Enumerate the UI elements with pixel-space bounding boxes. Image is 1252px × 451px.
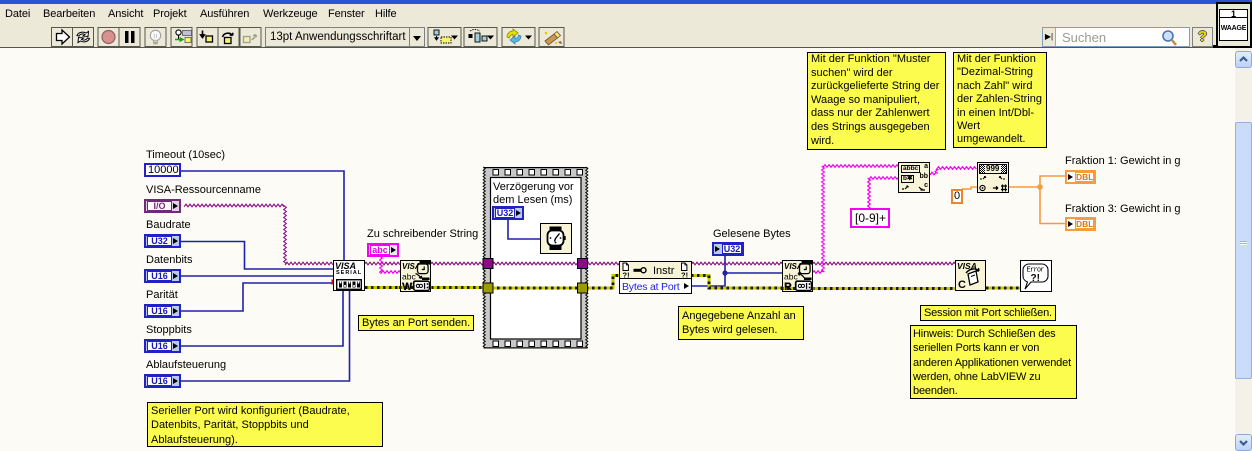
svg-text:R: R bbox=[784, 281, 792, 293]
svg-text:W: W bbox=[402, 281, 412, 293]
